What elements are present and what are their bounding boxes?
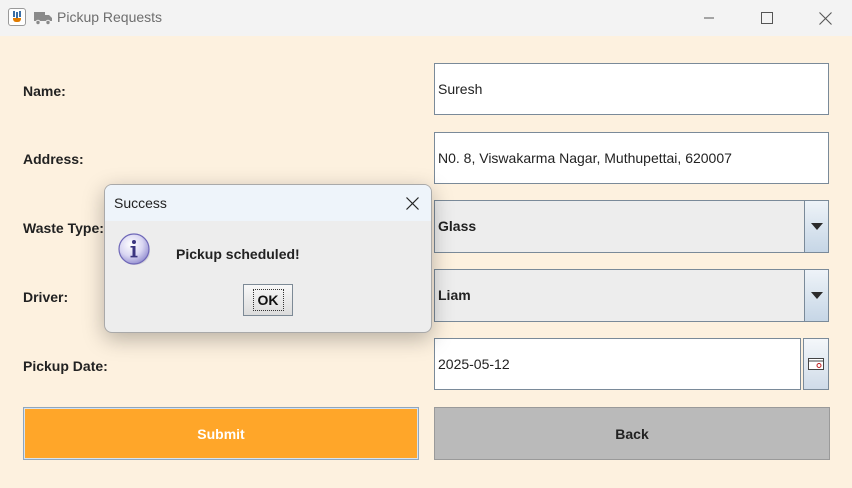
window-close-button[interactable]: [796, 0, 852, 36]
waste-type-select[interactable]: Glass: [434, 200, 829, 253]
address-input[interactable]: N0. 8, Viswakarma Nagar, Muthupettai, 62…: [434, 132, 829, 184]
name-input[interactable]: Suresh: [434, 63, 829, 115]
maximize-icon: [761, 12, 773, 24]
dialog-message: Pickup scheduled!: [176, 246, 300, 262]
dialog-titlebar: Success: [105, 185, 431, 221]
close-icon: [405, 196, 419, 210]
pickup-date-input[interactable]: 2025-05-12: [434, 338, 801, 390]
maximize-button[interactable]: [738, 0, 796, 36]
calendar-button[interactable]: [803, 338, 829, 390]
close-icon: [818, 11, 832, 25]
dialog-title: Success: [114, 195, 167, 211]
success-dialog: Success Pickup scheduled! OK: [104, 184, 432, 333]
ok-button-label: OK: [252, 289, 284, 311]
waste-type-value: Glass: [438, 218, 477, 234]
chevron-down-icon: [810, 292, 823, 299]
name-label: Name:: [23, 83, 66, 99]
driver-select[interactable]: Liam: [434, 269, 829, 322]
address-label: Address:: [23, 151, 84, 167]
waste-type-label: Waste Type:: [23, 220, 104, 236]
chevron-down-icon: [810, 223, 823, 230]
driver-label: Driver:: [23, 289, 69, 305]
dialog-close-button[interactable]: [399, 190, 425, 216]
dropdown-arrow-button[interactable]: [804, 270, 828, 321]
pickup-date-label: Pickup Date:: [23, 358, 108, 374]
back-button[interactable]: Back: [434, 407, 830, 460]
ok-button[interactable]: OK: [243, 284, 293, 316]
dropdown-arrow-button[interactable]: [804, 201, 828, 252]
window-titlebar: Pickup Requests: [0, 0, 852, 36]
driver-value: Liam: [438, 287, 471, 303]
calendar-icon: [808, 358, 824, 370]
info-icon: [118, 233, 150, 265]
minimize-icon: [704, 17, 714, 19]
submit-button[interactable]: Submit: [23, 407, 419, 460]
window-title: Pickup Requests: [57, 9, 163, 25]
minimize-button[interactable]: [680, 0, 738, 36]
truck-icon: [34, 12, 52, 25]
java-app-icon: [8, 8, 26, 26]
